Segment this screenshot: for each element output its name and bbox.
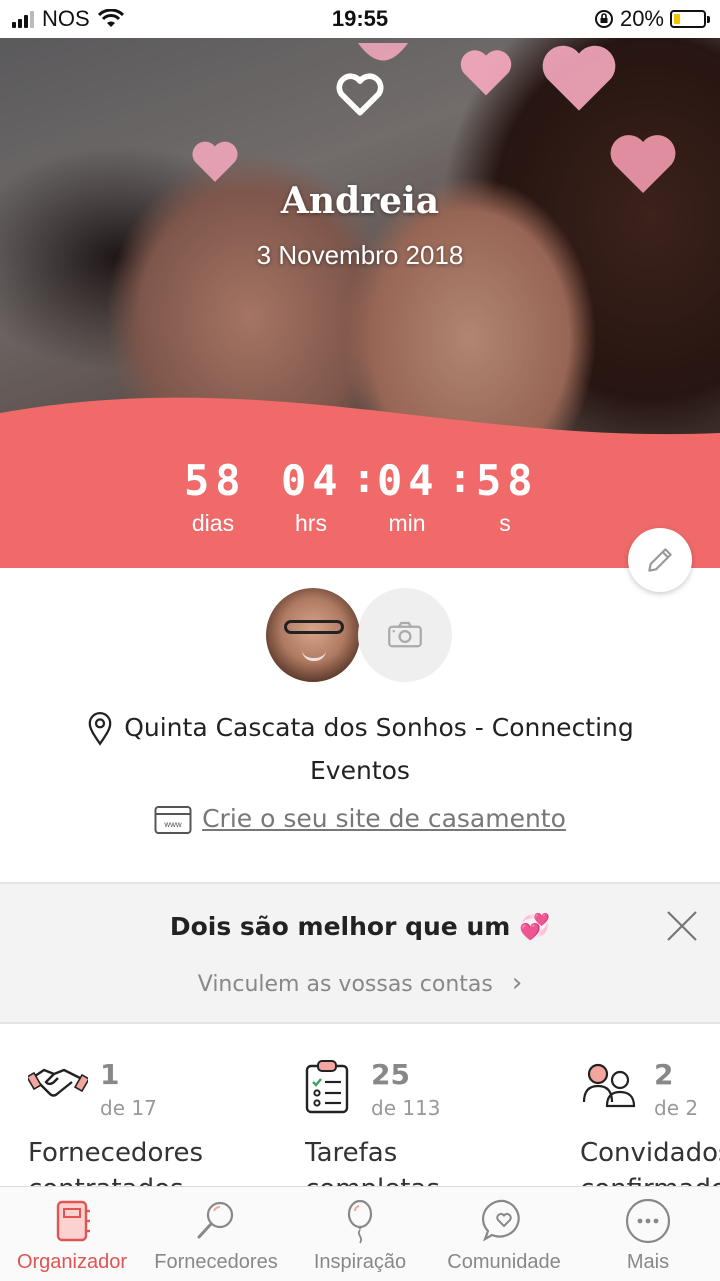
venue-info: Quinta Cascata dos Sonhos - Connecting E… (60, 706, 660, 792)
status-right: 20% (594, 6, 710, 32)
chat-heart-icon (481, 1199, 520, 1242)
balloon-icon (347, 1199, 373, 1244)
camera-icon (388, 621, 422, 648)
bottom-tab-bar: Organizador Fornecedores Inspiração Comu… (0, 1186, 720, 1281)
add-partner-photo-button[interactable] (358, 588, 452, 682)
couple-name: Andreia (280, 180, 440, 222)
banner-title: Dois são melhor que um 💞 (169, 912, 551, 941)
hero-header: Andreia 3 Novembro 2018 58 04 : 04 : 58 … (0, 38, 720, 568)
couple-avatars (264, 586, 456, 684)
tab-label: Inspiração (313, 1251, 407, 1273)
guests-count: 2 (654, 1058, 674, 1091)
countdown-timer: 58 04 : 04 : 58 dias hrs min s (0, 456, 720, 556)
countdown-hours-label: hrs (295, 510, 327, 536)
checklist-icon (305, 1060, 349, 1114)
tab-label: Fornecedores (154, 1251, 278, 1273)
link-accounts-button[interactable]: Vinculem as vossas contas › (0, 968, 720, 998)
countdown-minutes: 04 (377, 456, 440, 505)
tab-inspiracao[interactable]: Inspiração (288, 1187, 432, 1281)
venue-name: Quinta Cascata dos Sonhos - Connecting E… (124, 713, 634, 785)
guests-label-line2: confirmados (580, 1172, 720, 1186)
edit-button[interactable] (628, 528, 692, 592)
tasks-label-line2: completas (305, 1172, 440, 1186)
suppliers-total: de 17 (100, 1096, 157, 1120)
suppliers-label: Fornecedores (28, 1138, 204, 1168)
countdown-minutes-label: min (388, 510, 426, 536)
planner-icon (56, 1200, 90, 1242)
chevron-right-icon: › (511, 968, 523, 998)
heart-outline-icon (332, 66, 388, 122)
tab-fornecedores[interactable]: Fornecedores (144, 1187, 288, 1281)
decorative-heart-icon (538, 40, 620, 114)
stat-tasks[interactable]: 25 de 113 Tarefas completas (305, 1058, 505, 1186)
tab-label: Mais (626, 1251, 670, 1273)
website-icon: www (154, 806, 192, 834)
tab-comunidade[interactable]: Comunidade (432, 1187, 576, 1281)
orientation-lock-icon (594, 10, 613, 28)
tab-organizador[interactable]: Organizador (0, 1187, 144, 1281)
guests-label: Convidados (580, 1138, 720, 1168)
tasks-count: 25 (371, 1058, 410, 1091)
wedding-date: 3 Novembro 2018 (256, 240, 464, 270)
handshake-icon (28, 1068, 88, 1097)
guests-total: de 2 (654, 1096, 699, 1120)
link-accounts-banner: Dois são melhor que um 💞 Vinculem as vos… (0, 882, 720, 1024)
search-icon (197, 1201, 234, 1239)
tab-label: Organizador (16, 1251, 128, 1273)
location-pin-icon (88, 712, 112, 746)
stat-guests[interactable]: 2 de 2 Convidados confirmados (580, 1058, 720, 1186)
svg-text:www: www (163, 820, 182, 829)
link-accounts-label: Vinculem as vossas contas (197, 972, 493, 997)
suppliers-label-line2: contratados (28, 1172, 184, 1186)
avatar[interactable] (264, 586, 362, 684)
close-icon[interactable] (662, 906, 702, 946)
battery-icon (670, 10, 710, 28)
tab-mais[interactable]: Mais (576, 1187, 720, 1281)
tasks-label: Tarefas (305, 1138, 398, 1168)
wedding-website-link[interactable]: www Crie o seu site de casamento (0, 804, 720, 835)
countdown-separator: : (352, 456, 377, 502)
status-bar: NOS 19:55 20% (0, 0, 720, 38)
decorative-heart-icon (190, 138, 240, 184)
wedding-website-link-label[interactable]: Crie o seu site de casamento (202, 804, 566, 833)
more-icon (625, 1198, 671, 1244)
battery-percent: 20% (619, 6, 664, 31)
countdown-separator: : (448, 456, 473, 502)
countdown-seconds-label: s (499, 510, 511, 536)
pencil-icon (648, 548, 672, 572)
countdown-days: 58 (184, 456, 247, 505)
stat-suppliers[interactable]: 1 de 17 Fornecedores contratados (28, 1058, 228, 1186)
tasks-total: de 113 (371, 1096, 441, 1120)
suppliers-count: 1 (100, 1058, 120, 1091)
tab-label: Comunidade (447, 1251, 561, 1273)
decorative-heart-icon (458, 46, 514, 98)
countdown-hours: 04 (281, 456, 344, 505)
guests-icon (582, 1063, 636, 1108)
countdown-days-label: dias (191, 510, 235, 536)
countdown-seconds: 58 (476, 456, 539, 505)
